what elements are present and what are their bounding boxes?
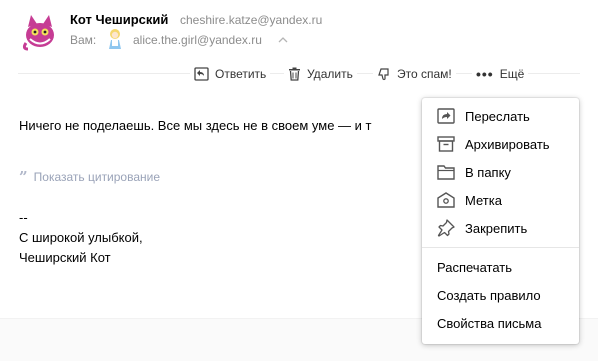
trash-icon — [289, 67, 300, 81]
delete-label: Удалить — [307, 67, 353, 81]
signature-line: С широкой улыбкой, — [19, 230, 143, 245]
message-toolbar: Ответить Удалить Это спам! ••• Ещё — [0, 63, 598, 85]
alice-avatar-icon — [109, 29, 121, 49]
menu-item-move-to-folder[interactable]: В папку — [422, 159, 579, 185]
menu-item-label: Закрепить — [465, 220, 528, 236]
spam-label: Это спам! — [397, 67, 452, 81]
recipient-avatar — [106, 27, 124, 49]
menu-item-message-properties[interactable]: Свойства письма — [422, 310, 579, 336]
recipient-email[interactable]: alice.the.girl@yandex.ru — [133, 33, 262, 47]
menu-item-label-tag[interactable]: Метка — [422, 187, 579, 213]
forward-icon — [436, 106, 456, 126]
pin-icon — [436, 218, 456, 238]
menu-item-label: В папку — [465, 164, 511, 180]
more-actions-menu: Переслать Архивировать В папку Метка Зак… — [422, 98, 579, 344]
signature-line: Чеширский Кот — [19, 250, 111, 265]
menu-item-label: Свойства письма — [437, 315, 542, 331]
sender-avatar[interactable] — [18, 9, 60, 51]
delete-button[interactable]: Удалить — [284, 63, 357, 85]
menu-item-label: Метка — [465, 192, 502, 208]
label-icon — [436, 190, 456, 210]
menu-item-archive[interactable]: Архивировать — [422, 131, 579, 157]
menu-item-label: Переслать — [465, 108, 530, 124]
menu-item-label: Архивировать — [465, 136, 550, 152]
menu-divider — [422, 247, 579, 248]
show-quote-label: Показать цитирование — [33, 170, 161, 184]
folder-icon — [436, 162, 456, 182]
menu-item-create-rule[interactable]: Создать правило — [422, 282, 579, 308]
more-label: Ещё — [499, 67, 525, 81]
chevron-up-icon[interactable] — [276, 33, 290, 45]
signature-line: -- — [19, 210, 28, 225]
cheshire-cat-avatar-icon — [22, 15, 54, 51]
thumbs-down-icon — [378, 68, 389, 81]
message-body: Ничего не поделаешь. Все мы здесь не в с… — [19, 118, 372, 133]
archive-icon — [436, 134, 456, 154]
sender-name[interactable]: Кот Чеширский — [70, 12, 168, 27]
menu-item-label: Создать правило — [437, 287, 541, 303]
menu-item-print[interactable]: Распечатать — [422, 254, 579, 280]
menu-item-forward[interactable]: Переслать — [422, 103, 579, 129]
more-button[interactable]: ••• Ещё — [472, 63, 529, 85]
recipient-label: Вам: — [70, 33, 97, 47]
sender-email[interactable]: cheshire.katze@yandex.ru — [180, 13, 322, 27]
spam-button[interactable]: Это спам! — [373, 63, 456, 85]
menu-item-pin[interactable]: Закрепить — [422, 215, 579, 241]
reply-label: Ответить — [215, 67, 267, 81]
quote-icon: ” — [19, 168, 28, 186]
more-dots-icon: ••• — [476, 66, 494, 82]
show-quote-link[interactable]: ” Показать цитирование — [19, 168, 161, 186]
reply-button[interactable]: Ответить — [190, 63, 271, 85]
reply-icon — [194, 67, 209, 81]
menu-item-label: Распечатать — [437, 259, 513, 275]
